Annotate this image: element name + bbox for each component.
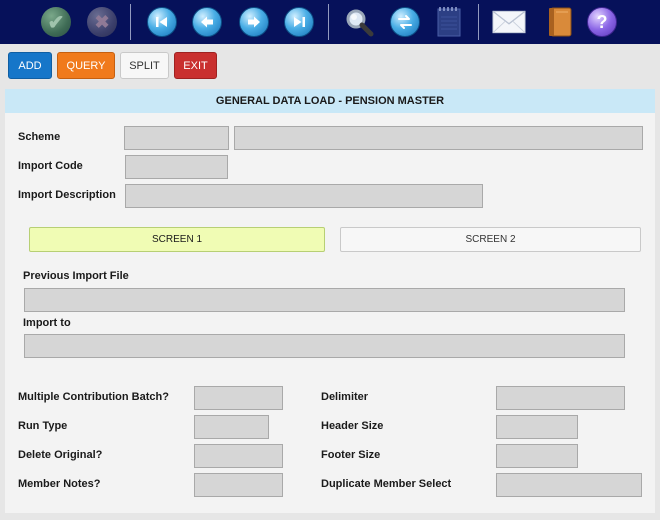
toolbar-separator — [328, 4, 329, 40]
last-record-glyph — [284, 7, 314, 37]
import-to-label: Import to — [23, 317, 71, 329]
previous-record-glyph — [192, 7, 222, 37]
cancel-icon-glyph: ✖ — [87, 7, 117, 37]
notepad-glyph — [437, 7, 461, 37]
footer-size-field[interactable] — [496, 444, 578, 468]
first-record-icon[interactable] — [145, 5, 179, 39]
refresh-icon[interactable] — [388, 5, 422, 39]
multiple-contribution-batch-field[interactable] — [194, 386, 283, 410]
import-code-field[interactable] — [125, 155, 228, 179]
help-glyph: ? — [587, 7, 617, 37]
member-notes-label: Member Notes? — [18, 478, 101, 490]
delete-original-label: Delete Original? — [18, 449, 103, 461]
multiple-contribution-batch-label: Multiple Contribution Batch? — [18, 391, 169, 403]
search-icon[interactable] — [342, 5, 376, 39]
delete-original-field[interactable] — [194, 444, 283, 468]
scheme-code-field[interactable] — [124, 126, 229, 150]
refresh-glyph — [390, 7, 420, 37]
form-panel: GENERAL DATA LOAD - PENSION MASTER Schem… — [5, 89, 655, 513]
toolbar-separator — [478, 4, 479, 40]
footer-size-label: Footer Size — [321, 449, 381, 461]
next-record-glyph — [239, 7, 269, 37]
import-description-label: Import Description — [18, 189, 116, 201]
delimiter-field[interactable] — [496, 386, 625, 410]
scheme-name-field[interactable] — [234, 126, 643, 150]
member-notes-field[interactable] — [194, 473, 283, 497]
tab-screen-2[interactable]: SCREEN 2 — [340, 227, 641, 252]
tab-screen-1[interactable]: SCREEN 1 — [29, 227, 325, 252]
header-size-field[interactable] — [496, 415, 578, 439]
confirm-icon-glyph: ✔ — [41, 7, 71, 37]
query-button[interactable]: QUERY — [57, 52, 115, 79]
cancel-icon[interactable]: ✖ — [85, 5, 119, 39]
book-icon[interactable] — [543, 5, 577, 39]
import-description-field[interactable] — [125, 184, 483, 208]
import-to-field[interactable] — [24, 334, 625, 358]
run-type-field[interactable] — [194, 415, 269, 439]
import-code-label: Import Code — [18, 160, 83, 172]
split-button[interactable]: SPLIT — [120, 52, 169, 79]
form-title: GENERAL DATA LOAD - PENSION MASTER — [5, 89, 655, 113]
confirm-icon[interactable]: ✔ — [39, 5, 73, 39]
mail-icon[interactable] — [492, 5, 526, 39]
duplicate-member-select-label: Duplicate Member Select — [321, 478, 452, 490]
action-bar: ADD QUERY SPLIT EXIT — [0, 44, 660, 86]
run-type-label: Run Type — [18, 420, 68, 432]
toolbar-separator — [130, 4, 131, 40]
next-record-icon[interactable] — [237, 5, 271, 39]
book-glyph — [549, 7, 572, 37]
first-record-glyph — [147, 7, 177, 37]
previous-import-file-field[interactable] — [24, 288, 625, 312]
duplicate-member-select-field[interactable] — [496, 473, 642, 497]
help-icon[interactable]: ? — [585, 5, 619, 39]
magnifier-glyph — [346, 9, 374, 37]
last-record-icon[interactable] — [282, 5, 316, 39]
envelope-glyph — [492, 10, 526, 34]
delimiter-label: Delimiter — [321, 391, 369, 403]
scheme-label: Scheme — [18, 131, 61, 143]
header-size-label: Header Size — [321, 420, 384, 432]
previous-import-file-label: Previous Import File — [23, 270, 129, 282]
exit-button[interactable]: EXIT — [174, 52, 217, 79]
icon-toolbar: ✔ ✖ ? — [0, 0, 660, 44]
previous-record-icon[interactable] — [190, 5, 224, 39]
add-button[interactable]: ADD — [8, 52, 52, 79]
notepad-icon[interactable] — [432, 5, 466, 39]
